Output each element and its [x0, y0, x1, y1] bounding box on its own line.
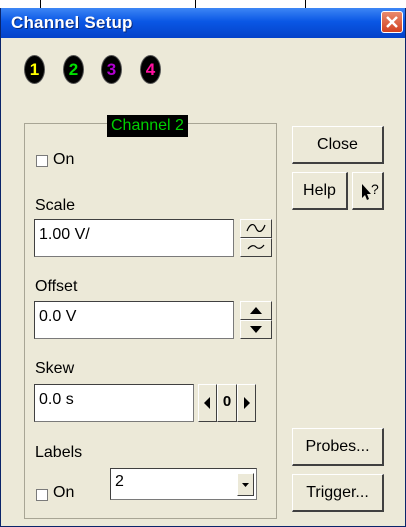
help-button-label: Help: [303, 182, 336, 199]
offset-down-button[interactable]: [240, 320, 272, 339]
channel-label: 4: [145, 60, 156, 79]
skew-zero-button[interactable]: 0: [217, 384, 237, 422]
labels-label: Labels: [35, 444, 83, 461]
arrow-down-icon: [250, 326, 262, 333]
close-button[interactable]: Close: [292, 126, 384, 164]
whats-this-button[interactable]: ?: [352, 172, 384, 210]
labels-on-label: On: [53, 484, 75, 501]
group-caption: Channel 2: [107, 115, 188, 137]
window-title: Channel Setup: [11, 13, 133, 32]
title-bar[interactable]: Channel Setup: [1, 8, 405, 38]
on-checkbox[interactable]: [36, 155, 48, 167]
edge-tick: [40, 0, 41, 8]
on-label: On: [53, 151, 75, 168]
labels-select[interactable]: 2: [110, 468, 257, 500]
skew-increase-button[interactable]: [237, 384, 256, 422]
labels-on-checkbox[interactable]: [36, 489, 48, 501]
arrow-right-icon: [244, 397, 250, 409]
close-button-label: Close: [317, 136, 358, 153]
skew-label: Skew: [35, 360, 75, 377]
channel-label: 2: [68, 60, 79, 79]
window-top-edge: [0, 0, 406, 8]
channel-3-button[interactable]: 3: [101, 55, 122, 84]
scale-field[interactable]: 1.00 V/: [34, 219, 234, 257]
help-button[interactable]: Help: [292, 172, 348, 210]
scale-label: Scale: [35, 197, 76, 214]
whats-this-glyph: ?: [371, 181, 379, 197]
channel-label: 3: [106, 60, 117, 79]
edge-tick: [305, 0, 306, 8]
scale-stepper[interactable]: [240, 219, 272, 257]
arrow-left-icon: [204, 397, 210, 409]
labels-dropdown-button[interactable]: [237, 473, 254, 496]
channel-label: 1: [29, 60, 40, 79]
window-close-button[interactable]: [381, 11, 403, 33]
close-icon: [386, 16, 398, 28]
offset-up-button[interactable]: [240, 301, 272, 320]
channel-4-button[interactable]: 4: [140, 55, 161, 84]
probes-button-label: Probes...: [305, 438, 370, 455]
channel-1-button[interactable]: 1: [24, 55, 45, 84]
offset-stepper[interactable]: [240, 301, 272, 339]
probes-button[interactable]: Probes...: [292, 428, 384, 466]
wave-icon: [246, 224, 266, 232]
channel-2-button[interactable]: 2: [63, 55, 84, 84]
scale-increase-button[interactable]: [240, 219, 272, 238]
wave-icon: [247, 244, 265, 250]
chevron-down-icon: [242, 483, 249, 487]
offset-field[interactable]: 0.0 V: [34, 301, 234, 339]
trigger-button-label: Trigger...: [306, 484, 369, 501]
skew-field[interactable]: 0.0 s: [34, 384, 194, 422]
skew-decrease-button[interactable]: [198, 384, 217, 422]
offset-label: Offset: [35, 278, 78, 295]
arrow-up-icon: [250, 307, 262, 314]
scale-decrease-button[interactable]: [240, 238, 272, 257]
labels-select-value: 2: [115, 473, 124, 490]
edge-tick: [195, 0, 196, 8]
trigger-button[interactable]: Trigger...: [292, 474, 384, 512]
